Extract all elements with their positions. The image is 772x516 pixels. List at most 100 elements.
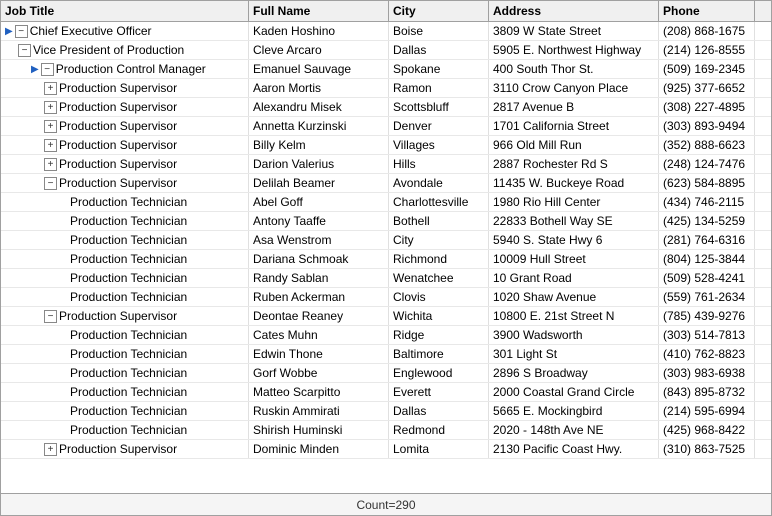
fullname-cell: Shirish Huminski xyxy=(249,421,389,439)
job-title-text: Production Supervisor xyxy=(59,157,177,171)
table-row[interactable]: ▶−Chief Executive OfficerKaden HoshinoBo… xyxy=(1,22,771,41)
address-cell: 2000 Coastal Grand Circle xyxy=(489,383,659,401)
phone-cell: (303) 514-7813 xyxy=(659,326,755,344)
table-row[interactable]: Production TechnicianEdwin ThoneBaltimor… xyxy=(1,345,771,364)
phone-cell: (214) 126-8555 xyxy=(659,41,755,59)
address-cell: 10 Grant Road xyxy=(489,269,659,287)
table-row[interactable]: +Production SupervisorBilly KelmVillages… xyxy=(1,136,771,155)
phone-cell: (623) 584-8895 xyxy=(659,174,755,192)
expand-icon[interactable]: + xyxy=(44,82,57,95)
city-cell: Charlottesville xyxy=(389,193,489,211)
table-row[interactable]: Production TechnicianAntony TaaffeBothel… xyxy=(1,212,771,231)
address-cell: 2130 Pacific Coast Hwy. xyxy=(489,440,659,458)
collapse-icon[interactable]: − xyxy=(18,44,31,57)
expand-icon[interactable]: + xyxy=(44,139,57,152)
fullname-cell: Cates Muhn xyxy=(249,326,389,344)
phone-cell: (281) 764-6316 xyxy=(659,231,755,249)
row-indicator-icon: ▶ xyxy=(5,26,13,37)
city-cell: Dallas xyxy=(389,402,489,420)
city-cell: Ridge xyxy=(389,326,489,344)
table-row[interactable]: Production TechnicianRuben AckermanClovi… xyxy=(1,288,771,307)
header-fullname[interactable]: Full Name xyxy=(249,1,389,21)
expand-icon[interactable]: + xyxy=(44,101,57,114)
address-cell: 10800 E. 21st Street N xyxy=(489,307,659,325)
city-cell: Denver xyxy=(389,117,489,135)
table-row[interactable]: +Production SupervisorDominic MindenLomi… xyxy=(1,440,771,459)
table-row[interactable]: Production TechnicianAsa WenstromCity594… xyxy=(1,231,771,250)
table-row[interactable]: Production Technician Matteo ScarpittoEve… xyxy=(1,383,771,402)
expand-icon[interactable]: + xyxy=(44,120,57,133)
phone-cell: (303) 983-6938 xyxy=(659,364,755,382)
address-cell: 10009 Hull Street xyxy=(489,250,659,268)
city-cell: Redmond xyxy=(389,421,489,439)
expand-icon[interactable]: + xyxy=(44,443,57,456)
city-cell: Wichita xyxy=(389,307,489,325)
expand-icon[interactable]: + xyxy=(44,158,57,171)
phone-cell: (785) 439-9276 xyxy=(659,307,755,325)
tree-line xyxy=(57,328,70,342)
fullname-cell: Dariana Schmoak xyxy=(249,250,389,268)
address-cell: 2817 Avenue B xyxy=(489,98,659,116)
header-jobtitle[interactable]: Job Title xyxy=(1,1,249,21)
table-row[interactable]: +Production SupervisorDarion ValeriusHil… xyxy=(1,155,771,174)
table-row[interactable]: −Production SupervisorDelilah BeamerAvon… xyxy=(1,174,771,193)
phone-cell: (310) 863-7525 xyxy=(659,440,755,458)
collapse-icon[interactable]: − xyxy=(41,63,54,76)
tree-line xyxy=(57,385,70,399)
table-row[interactable]: Production TechnicianCates MuhnRidge3900… xyxy=(1,326,771,345)
fullname-cell: Deontae Reaney xyxy=(249,307,389,325)
header-address[interactable]: Address xyxy=(489,1,659,21)
city-cell: Ramon xyxy=(389,79,489,97)
collapse-icon[interactable]: − xyxy=(15,25,28,38)
table-row[interactable]: Production TechnicianGorf WobbeEnglewood… xyxy=(1,364,771,383)
fullname-cell: Emanuel Sauvage xyxy=(249,60,389,78)
city-cell: Scottsbluff xyxy=(389,98,489,116)
address-cell: 3900 Wadsworth xyxy=(489,326,659,344)
rows-wrapper[interactable]: ▶−Chief Executive OfficerKaden HoshinoBo… xyxy=(1,22,771,493)
fullname-cell: Dominic Minden xyxy=(249,440,389,458)
table-row[interactable]: Production TechnicianRuskin AmmiratiDall… xyxy=(1,402,771,421)
fullname-cell: Ruben Ackerman xyxy=(249,288,389,306)
address-cell: 5665 E. Mockingbird xyxy=(489,402,659,420)
table-row[interactable]: Production TechnicianRandy SablanWenatch… xyxy=(1,269,771,288)
city-cell: Everett xyxy=(389,383,489,401)
job-title-text: Production Supervisor xyxy=(59,100,177,114)
phone-cell: (352) 888-6623 xyxy=(659,136,755,154)
phone-cell: (559) 761-2634 xyxy=(659,288,755,306)
fullname-cell: Matteo Scarpitto xyxy=(249,383,389,401)
job-title-text: Production Technician xyxy=(70,366,187,380)
fullname-cell: Kaden Hoshino xyxy=(249,22,389,40)
address-cell: 966 Old Mill Run xyxy=(489,136,659,154)
table-row[interactable]: Production TechnicianShirish HuminskiRed… xyxy=(1,421,771,440)
city-cell: Boise xyxy=(389,22,489,40)
phone-cell: (410) 762-8823 xyxy=(659,345,755,363)
job-title-text: Production Supervisor xyxy=(59,309,177,323)
collapse-icon[interactable]: − xyxy=(44,310,57,323)
fullname-cell: Asa Wenstrom xyxy=(249,231,389,249)
job-title-text: Production Technician xyxy=(70,233,187,247)
table-row[interactable]: Production TechnicianAbel GoffCharlottes… xyxy=(1,193,771,212)
table-row[interactable]: ▶−Production Control ManagerEmanuel Sauv… xyxy=(1,60,771,79)
table-row[interactable]: +Production SupervisorAlexandru MisekSco… xyxy=(1,98,771,117)
address-cell: 2896 S Broadway xyxy=(489,364,659,382)
address-cell: 1020 Shaw Avenue xyxy=(489,288,659,306)
job-title-text: Production Supervisor xyxy=(59,442,177,456)
header-city[interactable]: City xyxy=(389,1,489,21)
header-phone[interactable]: Phone xyxy=(659,1,755,21)
city-cell: Baltimore xyxy=(389,345,489,363)
city-cell: City xyxy=(389,231,489,249)
phone-cell: (308) 227-4895 xyxy=(659,98,755,116)
job-title-text: Production Technician xyxy=(70,385,187,399)
table-row[interactable]: −Production Supervisor Deontae ReaneyWich… xyxy=(1,307,771,326)
count-label: Count=290 xyxy=(356,498,415,512)
tree-line xyxy=(57,290,70,304)
collapse-icon[interactable]: − xyxy=(44,177,57,190)
table-row[interactable]: +Production SupervisorAaron MortisRamon3… xyxy=(1,79,771,98)
table-row[interactable]: −Vice President of ProductionCleve Arcar… xyxy=(1,41,771,60)
tree-line xyxy=(57,271,70,285)
fullname-cell: Randy Sablan xyxy=(249,269,389,287)
table-row[interactable]: +Production SupervisorAnnetta KurzinskiD… xyxy=(1,117,771,136)
job-title-text: Production Technician xyxy=(70,195,187,209)
table-row[interactable]: Production TechnicianDariana SchmoakRich… xyxy=(1,250,771,269)
main-table: Job Title Full Name City Address Phone ▶… xyxy=(0,0,772,516)
